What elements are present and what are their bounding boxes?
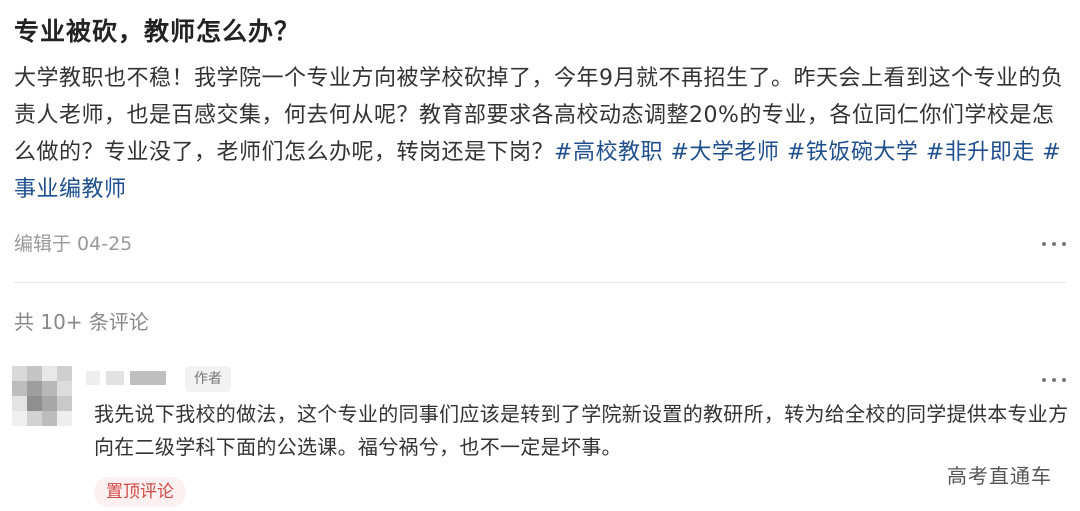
more-dots-icon[interactable] [1042, 366, 1066, 394]
more-dots-icon[interactable] [1042, 230, 1066, 258]
post-body: 大学教职也不稳！我学院一个专业方向被学校砍掉了，今年9月就不再招生了。昨天会上看… [14, 60, 1066, 208]
hashtag-link[interactable]: #高校教职 [554, 140, 663, 165]
post-title: 专业被砍，教师怎么办？ [14, 17, 301, 46]
hashtag-link[interactable]: #非升即走 [926, 140, 1035, 165]
commenter-name-blurred[interactable] [86, 368, 180, 388]
comment-text: 我先说下我校的做法，这个专业的同事们应该是转到了学院新设置的教研所，转为给全校的… [94, 402, 1069, 459]
author-badge: 作者 [185, 366, 231, 392]
hashtag-link[interactable]: #大学老师 [670, 140, 779, 165]
divider [14, 282, 1066, 283]
post-meta-row: 编辑于 04-25 [14, 230, 1066, 258]
edit-time: 编辑于 04-25 [14, 233, 133, 255]
watermark: 高考直通车 [947, 464, 1052, 488]
hashtag-link[interactable]: #铁饭碗大学 [787, 140, 918, 165]
pinned-comment-tag: 置顶评论 [94, 477, 186, 507]
avatar[interactable] [12, 366, 72, 426]
comment-count: 共 10+ 条评论 [14, 310, 149, 334]
